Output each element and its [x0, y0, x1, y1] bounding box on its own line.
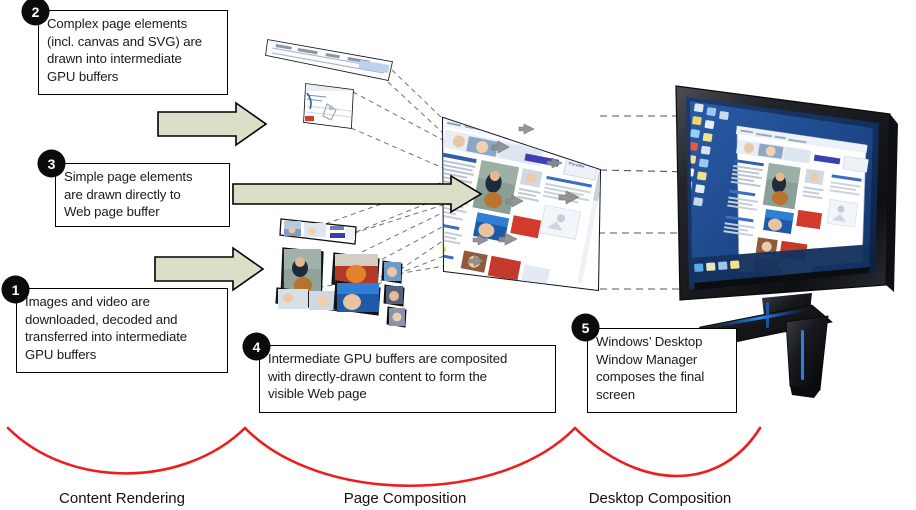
step-badge-5-number: 5 — [581, 319, 590, 336]
section-label-content-rendering: Content Rendering — [59, 490, 185, 507]
media-thumbnails — [276, 219, 406, 327]
callout-1-text: Images and video are downloaded, decoded… — [25, 294, 188, 362]
step-badge-3-number: 3 — [47, 155, 56, 172]
callout-4-text: Intermediate GPU buffers are composited … — [268, 351, 508, 402]
arrow-complex-to-buffers — [157, 101, 268, 147]
web-page-buffer: Preview — [410, 114, 610, 319]
callout-desktop-window-manager: Windows’ Desktop Window Manager composes… — [587, 328, 737, 413]
gpu-buffer-strip — [264, 38, 396, 84]
arrow-media-to-buffers — [154, 246, 265, 292]
callout-images-and-video: Images and video are downloaded, decoded… — [16, 288, 228, 373]
step-badge-4: 4 — [243, 333, 270, 360]
section-brace — [8, 428, 760, 486]
callout-3-text: Simple page elements are drawn directly … — [64, 169, 193, 220]
step-badge-2-number: 2 — [31, 3, 40, 20]
step-badge-4-number: 4 — [252, 338, 261, 355]
callout-intermediate-buffers-composited: Intermediate GPU buffers are composited … — [259, 345, 556, 413]
arrow-simple-to-page — [232, 174, 483, 214]
step-badge-1: 1 — [2, 276, 29, 303]
section-label-page-composition: Page Composition — [343, 490, 467, 507]
step-badge-5: 5 — [572, 314, 599, 341]
step-badge-1-number: 1 — [11, 281, 20, 298]
callout-2-text: Complex page elements (incl. canvas and … — [47, 16, 202, 84]
callout-5-text: Windows’ Desktop Window Manager composes… — [596, 334, 705, 402]
callout-complex-page-elements: Complex page elements (incl. canvas and … — [38, 10, 228, 95]
callout-simple-page-elements: Simple page elements are drawn directly … — [55, 163, 230, 227]
section-label-desktop-composition: Desktop Composition — [588, 490, 732, 507]
step-badge-3: 3 — [38, 150, 65, 177]
gpu-buffer-panel — [302, 82, 356, 130]
diagram-canvas: Preview Complex page elements (incl. can… — [0, 0, 916, 510]
